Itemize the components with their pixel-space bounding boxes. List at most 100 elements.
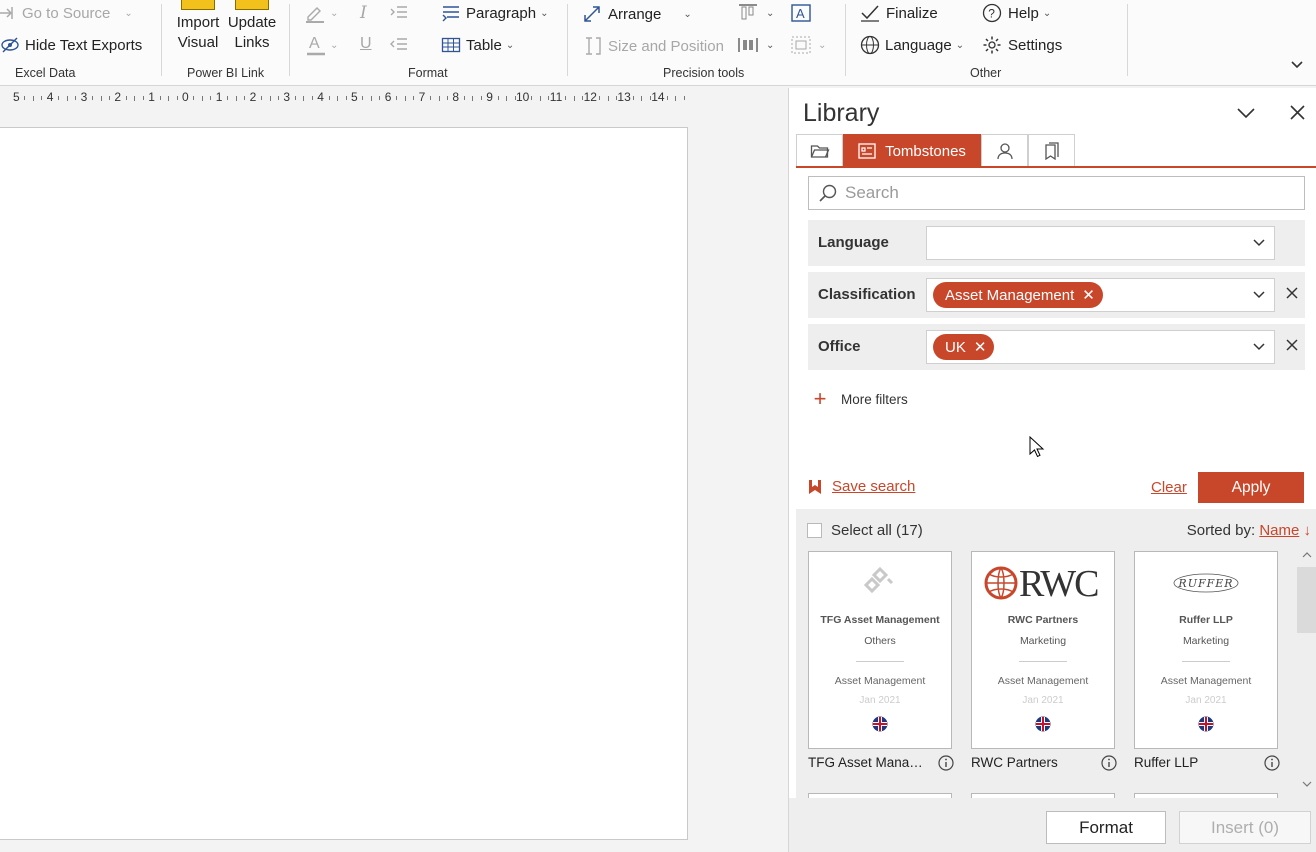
ruler-number: 4 xyxy=(46,90,54,104)
tab-tombstones[interactable]: Tombstones xyxy=(843,134,981,167)
language-select[interactable] xyxy=(926,226,1275,260)
finalize-button[interactable]: Finalize xyxy=(860,4,938,22)
settings-button[interactable]: Settings xyxy=(982,35,1062,55)
group-label-excel-data: Excel Data xyxy=(15,66,76,80)
underline-button[interactable]: U xyxy=(360,35,372,53)
save-search-link[interactable]: Save search xyxy=(808,478,915,495)
sort-control[interactable]: Sorted by: Name ↓ xyxy=(1187,522,1311,539)
ruler-number: 14 xyxy=(651,90,665,104)
remove-chip-icon[interactable]: ✕ xyxy=(1082,286,1095,304)
arrange-icon xyxy=(584,6,600,22)
group-separator xyxy=(845,4,846,76)
tombstone-card[interactable]: RUFFER Ruffer LLP Marketing Asset Manage… xyxy=(1134,551,1278,749)
update-links-icon xyxy=(235,0,269,10)
library-tabs: Tombstones xyxy=(796,134,1075,167)
bookmark-icon xyxy=(809,479,821,494)
clear-filter-icon[interactable] xyxy=(1285,338,1299,352)
highlight-button[interactable]: ⌄ xyxy=(304,3,338,23)
help-button[interactable]: ? Help ⌄ xyxy=(982,3,1051,23)
tombstone-card[interactable]: RWC RWC Partners Marketing Asset Managem… xyxy=(971,551,1115,749)
indent-icon xyxy=(390,6,407,18)
close-icon[interactable] xyxy=(1290,105,1305,125)
help-icon: ? xyxy=(982,3,1002,23)
go-to-source-button[interactable]: Go to Source ⌄ xyxy=(0,4,133,22)
checkbox[interactable] xyxy=(807,523,822,538)
font-color-button[interactable]: A ⌄ xyxy=(306,34,338,56)
ruler-tick xyxy=(125,96,127,100)
tab-people[interactable] xyxy=(981,134,1028,167)
ruler-tick xyxy=(430,96,432,100)
more-filters-button[interactable]: + More filters xyxy=(808,388,908,410)
filter-label: Language xyxy=(818,234,889,251)
clear-button[interactable]: Clear xyxy=(1151,479,1187,496)
tab-bookmarks[interactable] xyxy=(1028,134,1075,167)
uk-flag-icon xyxy=(872,716,888,732)
sort-field[interactable]: Name xyxy=(1259,522,1299,539)
chevron-down-icon xyxy=(1253,291,1265,299)
pane-footer: Format Insert (0) xyxy=(789,798,1316,852)
hide-text-exports-button[interactable]: Hide Text Exports xyxy=(0,36,142,54)
highlighter-icon xyxy=(306,7,324,23)
distribute-button[interactable]: ⌄ xyxy=(738,35,774,55)
chevron-down-icon: ⌄ xyxy=(330,7,339,19)
sort-direction-icon[interactable]: ↓ xyxy=(1304,522,1312,539)
scroll-thumb[interactable] xyxy=(1297,567,1316,633)
update-links-button[interactable]: Update Links xyxy=(226,0,278,53)
tfg-logo xyxy=(809,552,951,614)
filter-language: Language xyxy=(808,220,1305,266)
svg-text:RUFFER: RUFFER xyxy=(1177,577,1233,590)
select-all-checkbox[interactable]: Select all (17) xyxy=(807,522,923,539)
ruler-number: 8 xyxy=(452,90,460,104)
scroll-down-icon[interactable] xyxy=(1302,780,1312,788)
insert-button[interactable]: Insert (0) xyxy=(1179,811,1311,844)
apply-button[interactable]: Apply xyxy=(1198,472,1304,503)
ruler-tick xyxy=(531,96,533,100)
arrange-button[interactable]: Arrange ⌄ xyxy=(582,4,692,24)
eye-slash-icon xyxy=(1,37,19,53)
ruler-tick xyxy=(565,96,567,100)
svg-text:?: ? xyxy=(988,7,995,21)
filter-label: Office xyxy=(818,338,861,355)
import-visual-button[interactable]: Import Visual xyxy=(172,0,224,53)
search-input[interactable] xyxy=(845,183,1285,203)
format-button[interactable]: Format xyxy=(1046,811,1166,844)
scroll-up-icon[interactable] xyxy=(1302,551,1312,559)
tombstone-card[interactable]: TFG Asset Management Others Asset Manage… xyxy=(808,551,952,749)
distribute-icon xyxy=(738,38,758,52)
paragraph-button[interactable]: Paragraph ⌄ xyxy=(441,4,548,22)
tab-folders[interactable] xyxy=(796,134,843,167)
indent-button[interactable] xyxy=(389,4,409,22)
pane-options-chevron-icon[interactable] xyxy=(1237,106,1255,124)
italic-button[interactable]: I xyxy=(360,3,367,23)
group-objects-button[interactable]: ⌄ xyxy=(790,35,826,55)
info-icon[interactable] xyxy=(938,755,954,771)
collapse-ribbon-icon[interactable] xyxy=(1290,58,1304,77)
info-icon[interactable] xyxy=(1264,755,1280,771)
text-box-button[interactable]: A xyxy=(790,3,812,23)
ruler-tick xyxy=(24,96,26,100)
outdent-button[interactable] xyxy=(389,36,409,54)
ruler-number: 6 xyxy=(384,90,392,104)
ribbon: Go to Source ⌄ Hide Text Exports Excel Da… xyxy=(0,0,1316,86)
ruler-tick xyxy=(599,96,601,100)
search-box[interactable] xyxy=(808,176,1305,210)
table-button[interactable]: Table ⌄ xyxy=(441,36,514,54)
slide-canvas[interactable] xyxy=(0,127,688,840)
office-select[interactable]: UK ✕ xyxy=(926,330,1275,364)
chevron-down-icon xyxy=(1253,343,1265,351)
language-button[interactable]: Language ⌄ xyxy=(860,35,964,55)
ruler-tick xyxy=(269,96,271,101)
remove-chip-icon[interactable]: ✕ xyxy=(974,338,987,356)
classification-select[interactable]: Asset Management ✕ xyxy=(926,278,1275,312)
ruler-tick xyxy=(58,96,60,100)
ruler-tick xyxy=(294,96,296,100)
align-top-button[interactable]: ⌄ xyxy=(738,3,774,23)
info-icon[interactable] xyxy=(1101,755,1117,771)
results-scrollbar[interactable] xyxy=(1297,551,1316,788)
ruler-tick xyxy=(370,96,372,101)
filter-chip: Asset Management ✕ xyxy=(933,282,1103,308)
size-and-position-button[interactable]: Size and Position xyxy=(584,36,724,56)
ruler-tick xyxy=(328,96,330,100)
ruler-tick xyxy=(413,96,415,100)
clear-filter-icon[interactable] xyxy=(1285,286,1299,300)
